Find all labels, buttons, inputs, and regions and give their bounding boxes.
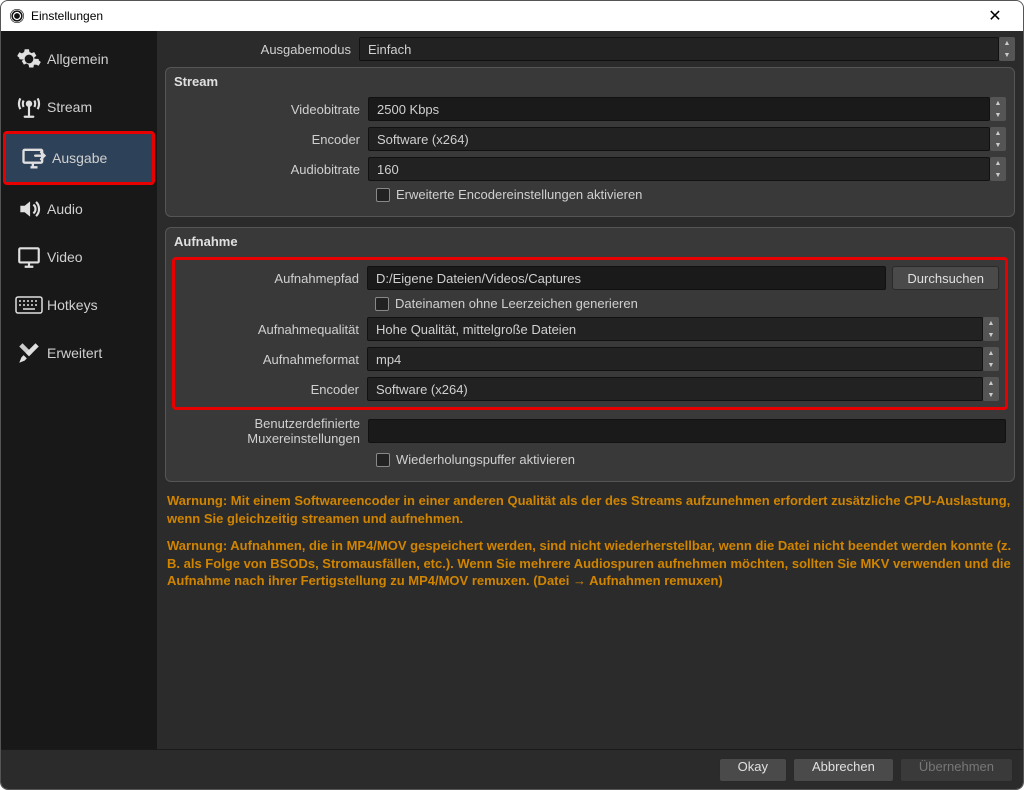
footer: Okay Abbrechen Übernehmen — [1, 749, 1023, 789]
recording-group: Aufnahme Aufnahmepfad D:/Eigene Dateien/… — [165, 227, 1015, 482]
monitor-icon — [11, 244, 47, 270]
highlight-box-recording: Aufnahmepfad D:/Eigene Dateien/Videos/Ca… — [172, 257, 1008, 410]
warning-cpu: Warnung: Mit einem Softwareencoder in ei… — [165, 492, 1015, 527]
sidebar-item-label: Ausgabe — [52, 150, 107, 166]
select-arrows[interactable]: ▲▼ — [990, 127, 1006, 151]
select-arrows[interactable]: ▲▼ — [983, 347, 999, 371]
sidebar-item-label: Allgemein — [47, 51, 108, 67]
keyboard-icon — [11, 295, 47, 315]
stream-group-title: Stream — [174, 74, 1006, 89]
select-arrows[interactable]: ▲▼ — [999, 37, 1015, 61]
speaker-icon — [11, 196, 47, 222]
sidebar-item-video[interactable]: Video — [1, 233, 157, 281]
warning-mp4: Warnung: Aufnahmen, die in MP4/MOV gespe… — [165, 537, 1015, 590]
sidebar-item-stream[interactable]: Stream — [1, 83, 157, 131]
sidebar-item-hotkeys[interactable]: Hotkeys — [1, 281, 157, 329]
advanced-encoder-checkbox[interactable] — [376, 188, 390, 202]
nospace-checkbox-label: Dateinamen ohne Leerzeichen generieren — [395, 296, 638, 311]
recording-quality-label: Aufnahmequalität — [181, 322, 367, 337]
close-button[interactable]: ✕ — [975, 6, 1015, 26]
sidebar-item-label: Hotkeys — [47, 297, 98, 313]
muxer-label: Benutzerdefinierte Muxereinstellungen — [174, 416, 368, 446]
stream-encoder-select[interactable]: Software (x264) — [368, 127, 990, 151]
window-title: Einstellungen — [31, 9, 975, 23]
sidebar-item-audio[interactable]: Audio — [1, 185, 157, 233]
recording-format-select[interactable]: mp4 — [367, 347, 983, 371]
highlight-box-sidebar: Ausgabe — [3, 131, 155, 185]
main-panel: Ausgabemodus Einfach ▲▼ Stream Videobitr… — [157, 31, 1023, 749]
audio-bitrate-select[interactable]: 160 — [368, 157, 990, 181]
recording-group-title: Aufnahme — [174, 234, 1006, 249]
app-icon — [9, 8, 25, 24]
video-bitrate-input[interactable]: 2500 Kbps — [368, 97, 990, 121]
sidebar-item-label: Erweitert — [47, 345, 102, 361]
recording-encoder-select[interactable]: Software (x264) — [367, 377, 983, 401]
select-arrows[interactable]: ▲▼ — [990, 157, 1006, 181]
tools-icon — [11, 340, 47, 366]
sidebar-item-advanced[interactable]: Erweitert — [1, 329, 157, 377]
stream-encoder-label: Encoder — [174, 132, 368, 147]
nospace-checkbox[interactable] — [375, 297, 389, 311]
output-mode-label: Ausgabemodus — [165, 42, 359, 57]
apply-button: Übernehmen — [900, 758, 1013, 782]
stream-group: Stream Videobitrate 2500 Kbps ▲▼ Encoder… — [165, 67, 1015, 217]
audio-bitrate-label: Audiobitrate — [174, 162, 368, 177]
select-arrows[interactable]: ▲▼ — [983, 317, 999, 341]
antenna-icon — [11, 94, 47, 120]
muxer-input[interactable] — [368, 419, 1006, 443]
sidebar-item-label: Audio — [47, 201, 83, 217]
sidebar: Allgemein Stream Ausgabe — [1, 31, 157, 749]
recording-encoder-label: Encoder — [181, 382, 367, 397]
ok-button[interactable]: Okay — [719, 758, 787, 782]
browse-button[interactable]: Durchsuchen — [892, 266, 999, 290]
titlebar: Einstellungen ✕ — [1, 1, 1023, 31]
recording-format-label: Aufnahmeformat — [181, 352, 367, 367]
replay-buffer-checkbox[interactable] — [376, 453, 390, 467]
video-bitrate-label: Videobitrate — [174, 102, 368, 117]
cancel-button[interactable]: Abbrechen — [793, 758, 894, 782]
recording-path-input[interactable]: D:/Eigene Dateien/Videos/Captures — [367, 266, 886, 290]
sidebar-item-label: Stream — [47, 99, 92, 115]
recording-quality-select[interactable]: Hohe Qualität, mittelgroße Dateien — [367, 317, 983, 341]
advanced-encoder-checkbox-label: Erweiterte Encodereinstellungen aktivier… — [396, 187, 642, 202]
recording-path-label: Aufnahmepfad — [181, 271, 367, 286]
output-mode-select[interactable]: Einfach — [359, 37, 999, 61]
replay-buffer-checkbox-label: Wiederholungspuffer aktivieren — [396, 452, 575, 467]
sidebar-item-general[interactable]: Allgemein — [1, 35, 157, 83]
sidebar-item-output[interactable]: Ausgabe — [6, 134, 152, 182]
sidebar-item-label: Video — [47, 249, 83, 265]
gear-icon — [11, 46, 47, 72]
output-icon — [16, 144, 52, 172]
spinner-buttons[interactable]: ▲▼ — [990, 97, 1006, 121]
select-arrows[interactable]: ▲▼ — [983, 377, 999, 401]
